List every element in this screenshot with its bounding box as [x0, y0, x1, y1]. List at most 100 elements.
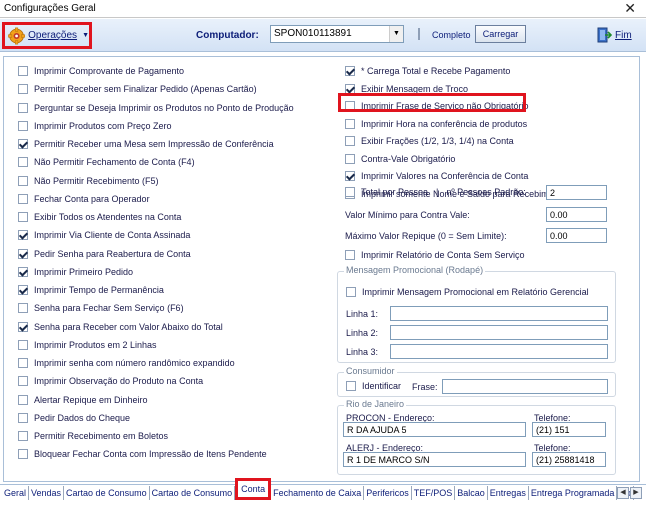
- fim-button[interactable]: Fim: [596, 27, 632, 43]
- tab-balcao[interactable]: Balcao: [455, 486, 488, 500]
- option-checkbox[interactable]: [18, 102, 28, 113]
- option-row[interactable]: Não Permitir Fechamento de Conta (F4): [18, 157, 195, 168]
- option-checkbox[interactable]: [18, 230, 28, 241]
- option-checkbox[interactable]: [18, 358, 28, 368]
- option-row[interactable]: Fechar Conta para Operador: [18, 193, 150, 204]
- option-checkbox[interactable]: [18, 449, 28, 460]
- linha-1-input[interactable]: [390, 306, 608, 321]
- scroll-left-icon[interactable]: ◀: [617, 487, 629, 499]
- option-checkbox[interactable]: [18, 394, 28, 405]
- option-row[interactable]: Pedir Senha para Reabertura de Conta: [18, 248, 191, 259]
- option-row[interactable]: Imprimir senha com número randômico expa…: [18, 358, 235, 368]
- option-checkbox[interactable]: [18, 139, 28, 149]
- maximo-repique-input[interactable]: [546, 228, 607, 243]
- tab-entrega-programada[interactable]: Entrega Programada: [529, 486, 618, 500]
- option-checkbox[interactable]: [345, 136, 355, 146]
- pessoas-padrao-input[interactable]: [546, 185, 607, 200]
- valor-minimo-input[interactable]: [546, 207, 607, 222]
- computador-select[interactable]: SPON010113891 ▼: [270, 25, 404, 43]
- option-checkbox[interactable]: [18, 175, 28, 186]
- option-checkbox[interactable]: [345, 153, 355, 164]
- total-por-pessoa-checkbox[interactable]: [345, 187, 355, 197]
- option-checkbox[interactable]: [18, 248, 28, 259]
- option-row[interactable]: Senha para Receber com Valor Abaixo do T…: [18, 321, 223, 332]
- option-checkbox[interactable]: [18, 376, 28, 387]
- option-row[interactable]: Contra-Vale Obrigatório: [345, 153, 455, 164]
- option-checkbox[interactable]: [18, 339, 28, 350]
- option-row[interactable]: Senha para Fechar Sem Serviço (F6): [18, 303, 184, 314]
- completo-checkbox[interactable]: [418, 28, 420, 40]
- dropdown-arrow-icon[interactable]: ▼: [389, 26, 403, 42]
- pessoas-padrao-label: nº Pessoas Padrão:: [446, 187, 526, 197]
- option-row[interactable]: Imprimir Produtos em 2 Linhas: [18, 339, 157, 350]
- option-row[interactable]: Pedir Dados do Cheque: [18, 412, 130, 423]
- option-row[interactable]: Permitir Receber sem Finalizar Pedido (A…: [18, 84, 257, 95]
- option-label: Imprimir Comprovante de Pagamento: [34, 66, 185, 76]
- alerj-endereco-input[interactable]: [343, 452, 526, 467]
- option-checkbox[interactable]: [18, 193, 28, 204]
- option-row[interactable]: Imprimir Via Cliente de Conta Assinada: [18, 230, 190, 241]
- tab-conta[interactable]: Conta: [235, 478, 272, 500]
- tab-fechamento-de-caixa[interactable]: Fechamento de Caixa: [271, 486, 365, 500]
- option-label: Senha para Fechar Sem Serviço (F6): [34, 303, 184, 314]
- option-row[interactable]: Imprimir Valores na Conferência de Conta: [345, 171, 528, 181]
- imprimir-relatorio-row[interactable]: Imprimir Relatório de Conta Sem Serviço: [345, 250, 525, 260]
- tab-vendas[interactable]: Vendas: [29, 486, 65, 500]
- option-row[interactable]: Imprimir Hora na conferência de produtos: [345, 118, 527, 129]
- option-row[interactable]: Imprimir Observação do Produto na Conta: [18, 376, 203, 387]
- total-por-pessoa-row[interactable]: Total por Pessoa | nº Pessoas Padrão:: [345, 187, 526, 197]
- option-row[interactable]: Imprimir Comprovante de Pagamento: [18, 66, 184, 76]
- option-label: Não Permitir Fechamento de Conta (F4): [34, 157, 195, 168]
- option-row[interactable]: Permitir Recebimento em Boletos: [18, 431, 168, 441]
- option-checkbox[interactable]: [18, 431, 28, 441]
- operacoes-menu-button[interactable]: Operações ▼: [2, 22, 92, 49]
- imprimir-promo-row[interactable]: Imprimir Mensagem Promocional em Relatór…: [346, 287, 589, 297]
- option-checkbox[interactable]: [18, 266, 28, 277]
- option-checkbox[interactable]: [18, 157, 28, 168]
- option-row[interactable]: Imprimir Tempo de Permanência: [18, 285, 164, 295]
- tab-tef-pos[interactable]: TEF/POS: [412, 486, 456, 500]
- procon-telefone-input[interactable]: [532, 422, 606, 437]
- imprimir-promo-checkbox[interactable]: [346, 287, 356, 297]
- tab-cartao-de-consumo[interactable]: Cartao de Consumo: [150, 486, 236, 500]
- option-row[interactable]: Exibir Frações (1/2, 1/3, 1/4) na Conta: [345, 136, 514, 146]
- option-row[interactable]: Exibir Todos os Atendentes na Conta: [18, 212, 181, 222]
- scroll-right-icon[interactable]: ▶: [630, 487, 642, 499]
- option-checkbox[interactable]: [18, 66, 28, 76]
- option-row[interactable]: Bloquear Fechar Conta com Impressão de I…: [18, 449, 267, 460]
- tab-geral[interactable]: Geral: [2, 486, 30, 500]
- tab-perifericos[interactable]: Perifericos: [364, 486, 412, 500]
- linha-2-input[interactable]: [390, 325, 608, 340]
- option-checkbox[interactable]: [18, 84, 28, 95]
- option-label: * Carrega Total e Recebe Pagamento: [361, 66, 511, 76]
- option-row[interactable]: Alertar Repique em Dinheiro: [18, 394, 148, 405]
- option-checkbox[interactable]: [345, 118, 355, 129]
- option-row[interactable]: Não Permitir Recebimento (F5): [18, 175, 159, 186]
- option-row[interactable]: Imprimir Produtos com Preço Zero: [18, 120, 172, 131]
- option-checkbox[interactable]: [345, 66, 355, 76]
- identificar-checkbox[interactable]: [346, 381, 356, 391]
- frase-input[interactable]: [442, 379, 608, 394]
- option-checkbox[interactable]: [18, 321, 28, 332]
- option-row[interactable]: Exibir Mensagem de Troco: [345, 83, 468, 94]
- option-checkbox[interactable]: [345, 83, 355, 94]
- tab-cartao-de-consumo[interactable]: Cartao de Consumo: [64, 486, 150, 500]
- carregar-button[interactable]: Carregar: [475, 25, 526, 43]
- option-row[interactable]: * Carrega Total e Recebe Pagamento: [345, 66, 510, 76]
- close-icon[interactable]: ✕: [624, 0, 636, 16]
- option-checkbox[interactable]: [18, 285, 28, 295]
- option-checkbox[interactable]: [18, 412, 28, 423]
- procon-endereco-input[interactable]: [343, 422, 526, 437]
- option-checkbox[interactable]: [18, 303, 28, 314]
- identificar-row[interactable]: Identificar: [346, 381, 401, 391]
- alerj-telefone-input[interactable]: [532, 452, 606, 467]
- imprimir-relatorio-checkbox[interactable]: [345, 250, 355, 260]
- tab-entregas[interactable]: Entregas: [488, 486, 529, 500]
- option-checkbox[interactable]: [345, 171, 355, 181]
- option-row[interactable]: Perguntar se Deseja Imprimir os Produtos…: [18, 102, 294, 113]
- option-checkbox[interactable]: [18, 212, 28, 222]
- option-row[interactable]: Imprimir Primeiro Pedido: [18, 266, 133, 277]
- linha-3-input[interactable]: [390, 344, 608, 359]
- option-row[interactable]: Permitir Receber uma Mesa sem Impressão …: [18, 139, 274, 149]
- option-checkbox[interactable]: [18, 120, 28, 131]
